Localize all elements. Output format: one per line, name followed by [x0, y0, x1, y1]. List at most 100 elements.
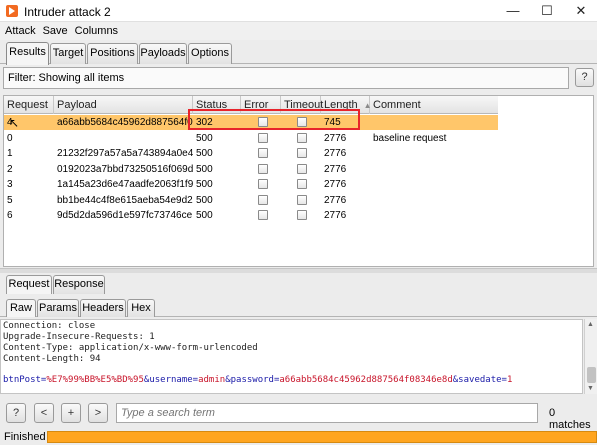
tab-options[interactable]: Options: [188, 43, 232, 64]
body-key: &savedate=: [452, 375, 507, 385]
column-request[interactable]: Request: [4, 96, 54, 114]
view-tab-bar: Raw Params Headers Hex: [0, 297, 597, 317]
table-row[interactable]: 6 9d5d2da596d1e597fc73746ce... 500 2776: [4, 208, 498, 223]
cell-length: 2776: [324, 210, 347, 221]
cell-request: 0: [7, 132, 13, 144]
cell-status: 500: [196, 148, 213, 159]
body-value: admin: [198, 375, 226, 385]
table-row[interactable]: 4 a66abb5684c45962d887564f0... 302 745: [4, 115, 498, 130]
timeout-checkbox: [297, 117, 307, 127]
mouse-cursor-icon: ↖: [9, 116, 20, 130]
results-table: Request Payload Status Error Timeout Len…: [3, 95, 594, 267]
error-checkbox: [258, 210, 268, 220]
cell-comment: [370, 208, 498, 223]
body-key: &username=: [143, 375, 199, 385]
filter-bar[interactable]: Filter: Showing all items: [3, 67, 569, 89]
cell-request: 1: [7, 148, 13, 159]
status-bar: Finished: [0, 429, 597, 445]
search-help-button[interactable]: ?: [6, 403, 26, 423]
tab-positions[interactable]: Positions: [87, 43, 138, 64]
burp-app-icon: [6, 5, 18, 17]
tab-request[interactable]: Request: [6, 275, 52, 294]
help-button[interactable]: ?: [575, 68, 594, 87]
body-key: btnPost=: [3, 375, 47, 385]
tab-params[interactable]: Params: [37, 299, 79, 317]
header-line: Connection: close: [3, 321, 96, 331]
match-count: 0 matches: [549, 407, 591, 431]
search-next-button[interactable]: >: [88, 403, 108, 423]
cell-comment: [370, 146, 498, 161]
table-row[interactable]: 1 21232f297a57a5a743894a0e4... 500 2776: [4, 146, 498, 161]
table-row[interactable]: 2 0192023a7bbd73250516f069d... 500 2776: [4, 162, 498, 177]
header-line: Upgrade-Insecure-Requests: 1: [3, 332, 155, 342]
progress-bar: [47, 431, 597, 443]
tab-payloads[interactable]: Payloads: [139, 43, 187, 64]
cell-length: 2776: [324, 148, 347, 159]
cell-payload: 1a145a23d6e47aadfe2063f1f9...: [57, 179, 193, 190]
menu-columns[interactable]: Columns: [70, 22, 120, 37]
timeout-checkbox: [297, 148, 307, 158]
message-tab-bar: Request Response: [0, 274, 597, 294]
cell-length: 2776: [324, 163, 347, 175]
minimize-icon[interactable]: —: [497, 0, 529, 22]
cell-payload: 21232f297a57a5a743894a0e4...: [57, 148, 193, 159]
search-input[interactable]: [116, 403, 538, 423]
column-payload[interactable]: Payload: [54, 96, 193, 114]
error-checkbox: [258, 117, 268, 127]
table-row[interactable]: 5 bb1be44c4f8e615aeba54e9d2... 500 2776: [4, 193, 498, 208]
error-checkbox: [258, 148, 268, 158]
scroll-thumb[interactable]: [587, 367, 596, 383]
column-comment[interactable]: Comment: [370, 96, 498, 114]
cell-comment: baseline request: [373, 132, 447, 144]
cell-status: 500: [196, 194, 213, 206]
menu-save[interactable]: Save: [38, 22, 70, 37]
cell-payload: a66abb5684c45962d887564f0...: [57, 117, 193, 128]
tab-raw[interactable]: Raw: [6, 299, 36, 317]
search-previous-button[interactable]: <: [34, 403, 54, 423]
scroll-down-icon[interactable]: ▼: [587, 385, 594, 392]
column-length[interactable]: Length ▲: [321, 96, 372, 114]
cell-length: 2776: [324, 179, 347, 190]
search-add-button[interactable]: +: [61, 403, 81, 423]
table-row[interactable]: 3 1a145a23d6e47aadfe2063f1f9... 500 2776: [4, 177, 498, 192]
scroll-up-icon[interactable]: ▲: [587, 321, 594, 328]
menu-bar: Attack Save Columns: [0, 22, 597, 40]
menu-attack[interactable]: Attack: [0, 22, 38, 37]
cell-length: 2776: [324, 194, 347, 206]
column-length-label: Length: [324, 99, 358, 111]
column-timeout[interactable]: Timeout: [281, 96, 323, 114]
cell-comment: [370, 193, 498, 208]
tab-target[interactable]: Target: [50, 43, 86, 64]
split-divider[interactable]: [0, 268, 597, 273]
maximize-icon[interactable]: ☐: [531, 0, 563, 22]
request-editor[interactable]: Connection: close Upgrade-Insecure-Reque…: [0, 319, 583, 394]
timeout-checkbox: [297, 179, 307, 189]
cell-payload: 9d5d2da596d1e597fc73746ce...: [57, 210, 193, 221]
tab-results[interactable]: Results: [6, 42, 49, 65]
search-bar: ? < + > 0 matches: [0, 403, 597, 431]
body-value: 1: [506, 375, 513, 385]
main-tab-bar: Results Target Positions Payloads Option…: [0, 40, 597, 65]
tab-hex[interactable]: Hex: [127, 299, 155, 317]
cell-status: 302: [196, 117, 213, 128]
error-checkbox: [258, 194, 268, 205]
column-error[interactable]: Error: [241, 96, 281, 114]
cell-status: 500: [196, 163, 213, 175]
editor-scrollbar[interactable]: ▲ ▼: [584, 319, 597, 394]
body-key: &password=: [225, 375, 280, 385]
header-line: Content-Length: 94: [3, 354, 101, 364]
tab-response[interactable]: Response: [53, 275, 105, 294]
table-empty-area: [498, 96, 593, 266]
timeout-checkbox: [297, 194, 307, 205]
body-value: a66abb5684c45962d887564f08346e8d: [279, 375, 453, 385]
request-body-line: btnPost=%E7%99%BB%E5%BD%95&username=admi…: [3, 375, 512, 386]
column-status[interactable]: Status: [193, 96, 241, 114]
cell-request: 5: [7, 194, 13, 206]
tab-headers[interactable]: Headers: [80, 299, 126, 317]
table-row[interactable]: 0 500 2776 baseline request: [4, 131, 498, 146]
cell-comment: [370, 162, 498, 177]
error-checkbox: [258, 132, 268, 143]
cell-request: 2: [7, 163, 13, 175]
close-icon[interactable]: ✕: [565, 0, 597, 22]
window-title: Intruder attack 2: [24, 5, 111, 19]
